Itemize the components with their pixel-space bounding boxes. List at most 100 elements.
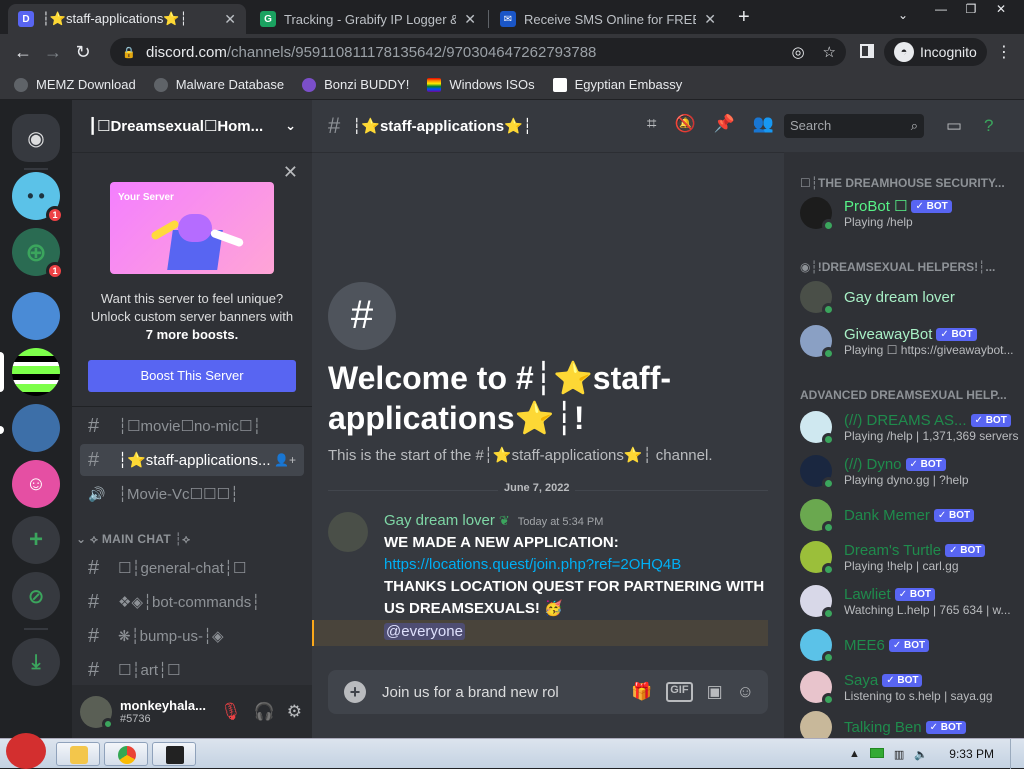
taskbar-explorer[interactable] <box>56 742 100 766</box>
mute-mic-icon[interactable]: 🎙 <box>220 702 242 722</box>
taskbar-chrome[interactable] <box>104 742 148 766</box>
channel-staff-applications[interactable]: # ┆⭐staff-applications... 👤+ <box>80 444 304 476</box>
gift-icon[interactable]: 🎁 <box>631 682 652 702</box>
close-tab-icon[interactable]: ✕ <box>224 11 236 28</box>
bookmark-windows-isos[interactable]: Windows ISOs <box>427 77 535 92</box>
member-item[interactable]: Lawliet ✓ BOT Watching L.help | 765 634 | … <box>800 580 1020 622</box>
battery-icon[interactable] <box>869 748 884 758</box>
download-apps-icon[interactable]: ⤓ <box>12 638 60 686</box>
bookmark-star-icon[interactable]: ☆ <box>823 43 836 61</box>
server-icon-anime[interactable] <box>12 404 60 452</box>
server-icon-blue[interactable] <box>12 292 60 340</box>
avatar <box>800 499 835 534</box>
bookmark-malware-db[interactable]: Malware Database <box>153 77 284 92</box>
server-icon-dreamsexual[interactable] <box>12 348 60 396</box>
channel-bump-us[interactable]: # ❋┆bump-us-┆◈ <box>80 620 304 652</box>
minimize-icon[interactable]: — <box>926 0 956 20</box>
server-icon-smiley[interactable]: • • 1 <box>12 172 64 224</box>
tray-arrow-icon[interactable]: ▲ <box>849 748 860 761</box>
bookmark-egyptian-embassy[interactable]: Egyptian Embassy <box>552 77 682 92</box>
close-icon[interactable]: ✕ <box>283 162 298 183</box>
message-composer[interactable]: + Join us for a brand new rol 🎁 GIF ▣ ☺ <box>328 670 768 714</box>
discord-app: ◉ • • 1 ⊕ 1 ☺ + ⊘ ⤓ ┃☐Dreamsexual☐Hom... ⌄… <box>0 100 1024 743</box>
tab-staff-applications[interactable]: D ┆⭐staff-applications⭐┆ ✕ <box>8 4 246 34</box>
start-angry-bird-icon[interactable] <box>6 733 46 769</box>
close-tab-icon[interactable]: ✕ <box>704 11 716 28</box>
channel-bot-commands[interactable]: # ❖◈┆bot-commands┆ <box>80 586 304 618</box>
everyone-mention[interactable]: @everyone <box>384 623 465 640</box>
back-icon[interactable]: ← <box>8 42 38 63</box>
show-desktop-button[interactable] <box>1010 739 1024 769</box>
welcome-subtitle: This is the start of the #┆⭐staff-applic… <box>328 447 713 464</box>
member-item[interactable]: GiveawayBot ✓ BOT Playing ☐ https://giveaw… <box>800 320 1020 362</box>
avatar[interactable] <box>328 512 368 552</box>
volume-icon[interactable]: 🔈 <box>914 748 928 761</box>
pin-icon[interactable]: 📌 <box>714 114 735 134</box>
emoji-icon[interactable]: ☺ <box>737 682 754 702</box>
channel-movie-vc[interactable]: 🔊 ┆Movie-Vc☐☐☐┆ <box>80 478 304 510</box>
explore-servers-icon[interactable]: ⊘ <box>12 572 60 620</box>
side-panel-icon[interactable] <box>860 44 874 58</box>
tab-grabify[interactable]: G Tracking - Grabify IP Logger & ✕ <box>250 4 486 34</box>
gear-icon[interactable]: ⚙ <box>287 702 302 722</box>
network-icon[interactable]: ▥ <box>894 748 904 761</box>
inbox-icon[interactable]: ▭ <box>946 116 962 136</box>
boost-server-button[interactable]: Boost This Server <box>88 360 296 392</box>
headphones-icon[interactable]: 🎧 <box>254 702 275 722</box>
channel-general-chat[interactable]: # ☐┆general-chat┆☐ <box>80 552 304 584</box>
message-input[interactable]: Join us for a brand new rol <box>382 684 631 701</box>
taskbar-7zip[interactable] <box>152 742 196 766</box>
art-label: Your Server <box>118 192 174 203</box>
gif-icon[interactable]: GIF <box>666 682 693 702</box>
member-item[interactable]: Saya ✓ BOT Listening to s.help | saya.gg <box>800 666 1020 708</box>
member-item[interactable]: Gay dream lover <box>800 276 1020 318</box>
user-info[interactable]: monkeyhala... #5736 <box>120 698 206 725</box>
channel-movie-nomic[interactable]: # ┆☐movie☐no-mic☐┆ <box>80 410 304 442</box>
member-item[interactable]: Dank Memer ✓ BOT <box>800 494 1020 536</box>
tab-search-icon[interactable]: ⌄ <box>898 8 908 22</box>
message-author[interactable]: Gay dream lover <box>384 512 495 529</box>
server-icon-plus[interactable]: ⊕ 1 <box>12 228 64 280</box>
member-list-icon[interactable]: 👥 <box>753 114 774 134</box>
avatar[interactable] <box>80 695 114 730</box>
forward-icon[interactable]: → <box>38 42 68 63</box>
menu-kebab-icon[interactable]: ⋮ <box>996 42 1012 62</box>
close-window-icon[interactable]: ✕ <box>986 0 1016 20</box>
new-tab-button[interactable]: + <box>738 6 750 29</box>
member-item[interactable]: (//) Dyno ✓ BOT Playing dyno.gg | ?help <box>800 450 1020 492</box>
lock-icon[interactable]: 🔒 <box>122 46 136 59</box>
threads-icon[interactable]: ⌗ <box>647 114 657 134</box>
tab-strip: D ┆⭐staff-applications⭐┆ ✕ G Tracking - … <box>0 0 1024 34</box>
bookmark-bonzi[interactable]: Bonzi BUDDY! <box>302 77 409 92</box>
member-item[interactable]: ProBot ☐ ✓ BOT Playing /help <box>800 192 1020 234</box>
bookmark-memz[interactable]: MEMZ Download <box>14 77 136 92</box>
server-header[interactable]: ┃☐Dreamsexual☐Hom... ⌄ <box>72 100 312 152</box>
address-bar[interactable]: 🔒 discord.com /channels/9591108111781356… <box>110 38 846 66</box>
sticker-icon[interactable]: ▣ <box>707 682 723 702</box>
restore-icon[interactable]: ❐ <box>956 0 986 20</box>
member-item[interactable]: MEE6 ✓ BOT <box>800 624 1020 666</box>
member-item[interactable]: Dream's Turtle ✓ BOT Playing !help | carl.… <box>800 536 1020 578</box>
channel-art[interactable]: # ☐┆art┆☐ <box>80 654 304 686</box>
member-name: (//) Dyno <box>844 455 902 473</box>
eye-off-icon[interactable]: ◎ <box>791 43 804 61</box>
taskbar-clock[interactable]: 9:33 PM <box>949 747 994 761</box>
bot-badge: ✓ BOT <box>882 673 923 687</box>
add-attachment-icon[interactable]: + <box>344 681 366 703</box>
rainbow-flag-icon <box>427 77 442 92</box>
message-link[interactable]: https://locations.quest/join.php?ref=2OH… <box>384 554 768 576</box>
close-tab-icon[interactable]: ✕ <box>464 11 476 28</box>
reload-icon[interactable]: ↻ <box>68 42 98 63</box>
discord-home-icon[interactable]: ◉ <box>12 114 60 162</box>
incognito-indicator[interactable]: ◓ Incognito <box>884 38 987 66</box>
category-main-chat[interactable]: ⌄ ⟡ MAIN CHAT ┆⟡ <box>76 532 190 547</box>
member-item[interactable]: (//) DREAMS AS... ✓ BOT Playing /help | 1,… <box>800 406 1020 448</box>
search-input[interactable]: Search ⌕ <box>784 114 924 138</box>
tab-receive-sms[interactable]: ✉ Receive SMS Online for FREE | ✕ <box>490 4 726 34</box>
notification-mute-icon[interactable]: 🔕 <box>674 114 695 134</box>
invite-user-icon[interactable]: 👤+ <box>274 453 296 467</box>
server-icon-penguin[interactable]: ☺ <box>12 460 60 508</box>
help-icon[interactable]: ? <box>984 116 993 136</box>
add-server-icon[interactable]: + <box>12 516 60 564</box>
online-status-icon <box>822 347 835 360</box>
